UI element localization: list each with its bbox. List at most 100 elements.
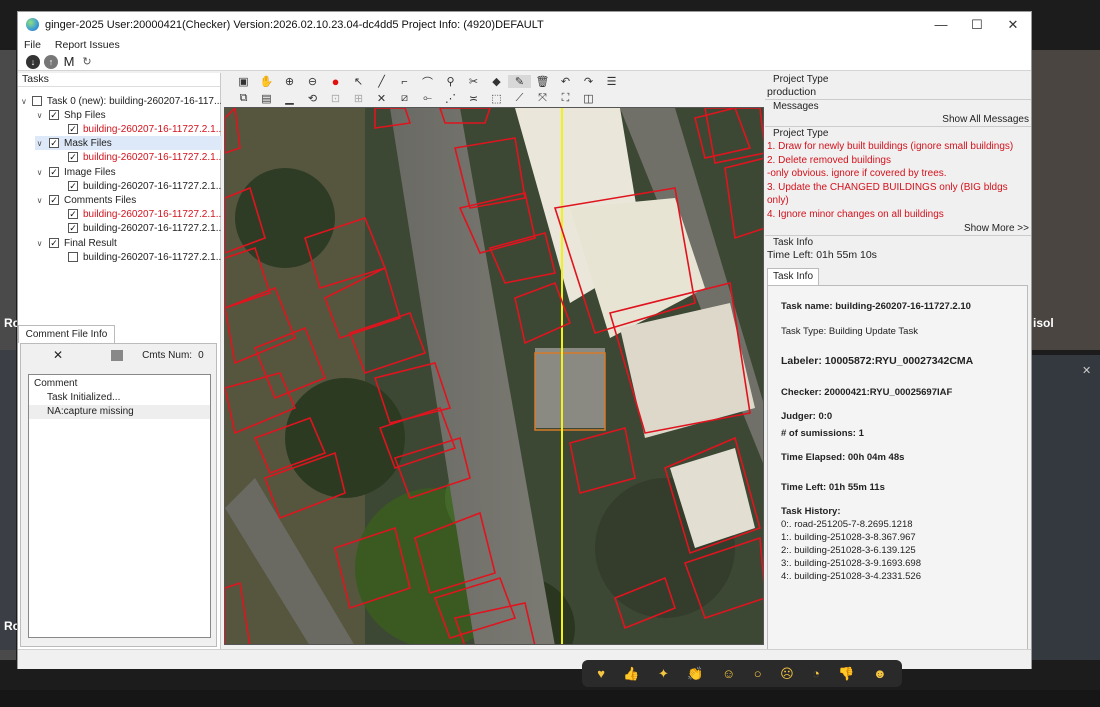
emoji-picker-icon[interactable]: ☻ xyxy=(873,666,887,681)
menu-icon[interactable]: ☰ xyxy=(600,75,623,88)
measure-icon[interactable]: ⟋ xyxy=(508,92,531,105)
dots-line-icon[interactable]: ⋰ xyxy=(439,92,462,105)
minimize-button[interactable]: — xyxy=(923,17,959,32)
map-svg[interactable] xyxy=(225,108,764,645)
image-files-row[interactable]: ∨ ✓ Image Files xyxy=(35,165,235,179)
draw-curve-icon[interactable]: ⌒ xyxy=(416,74,439,90)
pan-hand-icon[interactable]: ✋ xyxy=(255,75,278,88)
comment-item[interactable]: NA:capture missing xyxy=(29,405,210,419)
shp-file-checkbox[interactable]: ✓ xyxy=(68,124,78,134)
bbox-icon[interactable]: ⬚ xyxy=(485,92,508,105)
save-icon[interactable] xyxy=(111,349,124,361)
collapse-icon[interactable]: ∨ xyxy=(35,168,44,177)
task-history-item: 1:. building-251028-3-8.367.967 xyxy=(781,532,916,543)
app-icon xyxy=(26,18,39,31)
sad-reaction-icon[interactable]: ☹ xyxy=(780,666,794,682)
task-info-panel: Task name: building-260207-16-11727.2.10… xyxy=(767,285,1028,654)
mask-files-row[interactable]: ∨ ✓ Mask Files xyxy=(35,136,235,150)
thumbs-up-reaction-icon[interactable]: 👍 xyxy=(623,666,639,682)
menu-file[interactable]: File xyxy=(24,39,41,51)
underline-icon[interactable]: ▁ xyxy=(278,92,301,105)
collapse-icon[interactable]: ∨ xyxy=(35,196,44,205)
comment-item[interactable]: Task Initialized... xyxy=(29,391,210,405)
fit-icon[interactable]: ⛶ xyxy=(554,92,577,105)
app-window: ginger-2025 User:20000421(Checker) Versi… xyxy=(17,11,1032,669)
satellite-map-canvas[interactable] xyxy=(224,107,764,645)
maximize-button[interactable]: ☐ xyxy=(959,17,995,33)
comment-file-panel: ✕ Cmts Num: 0 Comment Task Initialized..… xyxy=(20,343,217,647)
thinking-reaction-icon[interactable]: ◔ xyxy=(812,666,820,681)
eraser-icon[interactable]: ◆ xyxy=(485,75,508,88)
final-result-checkbox[interactable]: ✓ xyxy=(49,238,59,248)
comments-files-row[interactable]: ∨ ✓ Comments Files xyxy=(35,193,235,207)
copy-layer-icon[interactable]: ▤ xyxy=(255,92,278,105)
move-icon[interactable]: ⤧ xyxy=(531,92,554,105)
upload-icon[interactable]: ↑ xyxy=(44,54,58,69)
zoom-in-icon[interactable]: ⊕ xyxy=(278,75,301,88)
final-result-file-checkbox[interactable] xyxy=(68,252,78,262)
collapse-icon[interactable]: ∨ xyxy=(35,239,44,248)
draw-line-icon[interactable]: ╱ xyxy=(370,75,393,88)
mask-file-checkbox[interactable]: ✓ xyxy=(68,152,78,162)
delete-icon[interactable]: 🗑 xyxy=(531,75,554,88)
show-all-messages-button[interactable]: Show All Messages xyxy=(765,113,1031,127)
image-file-checkbox[interactable]: ✓ xyxy=(68,181,78,191)
undo-icon[interactable]: ↶ xyxy=(554,75,577,88)
heart-reaction-icon[interactable]: ♥ xyxy=(597,666,605,681)
pin-icon[interactable]: ⚲ xyxy=(439,75,462,88)
record-point-icon[interactable]: ● xyxy=(324,74,347,89)
title-bar: ginger-2025 User:20000421(Checker) Versi… xyxy=(18,12,1031,37)
mask-files-checkbox[interactable]: ✓ xyxy=(49,138,59,148)
shp-files-label: Shp Files xyxy=(64,109,106,121)
slash-icon[interactable]: ⧄ xyxy=(393,92,416,105)
show-more-button[interactable]: Show More >> xyxy=(765,222,1031,236)
close-button[interactable]: ✕ xyxy=(995,17,1031,33)
disabled-grid-icon[interactable]: ⊞ xyxy=(347,92,370,105)
compare-icon[interactable]: ◫ xyxy=(577,92,600,105)
background-tile-left-lower xyxy=(0,350,16,650)
zoom-out-icon[interactable]: ⊖ xyxy=(301,75,324,88)
laugh-reaction-icon[interactable]: ☺ xyxy=(722,666,735,681)
shp-files-checkbox[interactable]: ✓ xyxy=(49,110,59,120)
instruction-line: 4. Ignore minor changes on all buildings xyxy=(767,208,944,220)
shp-files-row[interactable]: ∨ ✓ Shp Files xyxy=(35,108,235,122)
split-icon[interactable]: ✂ xyxy=(462,75,485,88)
tasks-panel: Tasks ∨ Task 0 (new): building-260207-16… xyxy=(18,73,235,649)
tab-task-info[interactable]: Task Info xyxy=(767,268,819,285)
snap-icon[interactable]: ⟜ xyxy=(416,92,439,105)
trim-icon[interactable]: ≍ xyxy=(462,92,485,105)
surprised-reaction-icon[interactable]: ○ xyxy=(754,666,762,681)
comments-files-checkbox[interactable]: ✓ xyxy=(49,195,59,205)
disabled-square-icon[interactable]: ⊡ xyxy=(324,92,347,105)
image-files-checkbox[interactable]: ✓ xyxy=(49,167,59,177)
collapse-icon[interactable]: ∨ xyxy=(35,139,44,148)
merge-icon[interactable]: ⧉ xyxy=(232,92,255,105)
comment-file-checkbox[interactable]: ✓ xyxy=(68,209,78,219)
cut-icon[interactable]: ✕ xyxy=(370,92,393,105)
checker: Checker: 20000421:RYU_00025697IAF xyxy=(781,387,953,398)
redo-icon[interactable]: ↷ xyxy=(577,75,600,88)
tab-comment-file-info[interactable]: Comment File Info xyxy=(18,325,115,343)
party-reaction-icon[interactable]: ✦ xyxy=(658,666,669,682)
final-result-row[interactable]: ∨ ✓ Final Result xyxy=(35,236,235,250)
delete-comment-icon[interactable]: ✕ xyxy=(53,348,63,362)
task-root-row[interactable]: ∨ Task 0 (new): building-260207-16-117..… xyxy=(21,94,221,108)
comments-files-label: Comments Files xyxy=(64,194,137,206)
task-history-item: 4:. building-251028-3-4.2331.526 xyxy=(781,571,921,582)
clap-reaction-icon[interactable]: 👏 xyxy=(687,666,703,682)
thumbs-down-reaction-icon[interactable]: 👎 xyxy=(838,666,854,682)
edit-icon[interactable]: ✎ xyxy=(508,75,531,88)
comment-file-checkbox[interactable]: ✓ xyxy=(68,223,78,233)
download-icon[interactable]: ↓ xyxy=(26,54,40,69)
save-icon[interactable]: ▣ xyxy=(232,75,255,88)
task-root-checkbox[interactable] xyxy=(31,96,42,106)
draw-rectangle-corner-icon[interactable]: ⌐ xyxy=(393,76,416,88)
rotate-icon[interactable]: ⟲ xyxy=(301,92,324,105)
participant-name-right: isol xyxy=(1033,316,1054,330)
collapse-icon[interactable]: ∨ xyxy=(21,97,27,106)
select-arrow-icon[interactable]: ↖ xyxy=(347,75,370,88)
menu-report-issues[interactable]: Report Issues xyxy=(55,39,120,51)
refresh-icon[interactable]: ↻ xyxy=(80,55,94,69)
collapse-icon[interactable]: ∨ xyxy=(35,111,44,120)
m-button[interactable]: M xyxy=(62,54,76,69)
